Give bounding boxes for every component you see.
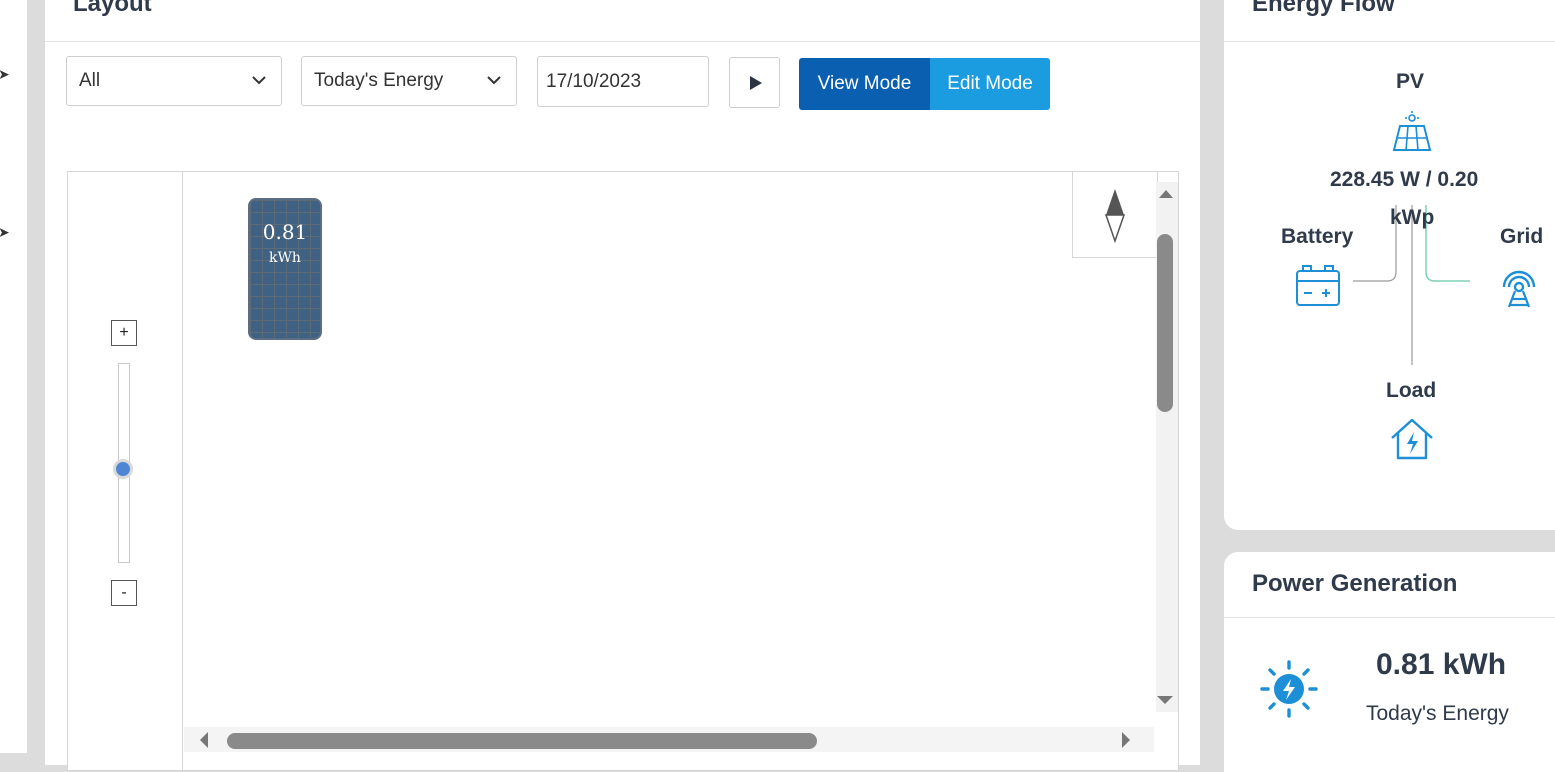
battery-icon: [1296, 265, 1340, 306]
solar-panel-icon: [1392, 111, 1432, 151]
power-generation-title: Power Generation: [1252, 570, 1458, 597]
load-label: Load: [1386, 379, 1437, 402]
filter-select[interactable]: All: [66, 56, 282, 106]
zoom-slider-handle[interactable]: [113, 459, 133, 479]
edit-mode-button[interactable]: Edit Mode: [930, 58, 1050, 110]
play-button[interactable]: [729, 57, 780, 108]
scroll-left-icon[interactable]: [198, 731, 210, 749]
layout-canvas[interactable]: + - 0.81 kWh: [67, 171, 1179, 772]
pv-capacity-unit: kWp: [1390, 206, 1435, 229]
energy-flow-card: Energy Flow PV 228.45 W / 0.20 kWp Batte…: [1224, 0, 1555, 530]
compass-widget: [1072, 172, 1158, 258]
layout-card: Layout All Today's Energy 17/10/2023 Vie…: [45, 0, 1200, 772]
play-icon: [749, 75, 762, 90]
horizontal-scrollbar-thumb[interactable]: [227, 733, 817, 749]
panel-energy-value: 0.81: [262, 220, 308, 244]
date-input[interactable]: 17/10/2023: [537, 56, 709, 107]
pv-power-value: 228.45 W / 0.20: [1330, 168, 1479, 191]
divider: [45, 41, 1200, 42]
compass-icon: [1104, 188, 1126, 243]
power-generation-label: Today's Energy: [1366, 702, 1509, 725]
arrow-right-icon[interactable]: ➤: [0, 66, 10, 83]
chevron-down-icon: [252, 76, 266, 85]
power-generation-value: 0.81 kWh: [1376, 648, 1507, 681]
filter-select-value: All: [79, 70, 101, 91]
layout-title: Layout: [73, 0, 152, 17]
metric-select-value: Today's Energy: [314, 70, 444, 91]
grid-label: Grid: [1500, 225, 1544, 248]
grid-tower-icon: [1502, 270, 1536, 308]
battery-label: Battery: [1281, 225, 1354, 248]
canvas-divider: [182, 172, 183, 772]
zoom-out-button[interactable]: -: [111, 580, 137, 606]
house-bolt-icon: [1391, 418, 1433, 460]
arrow-right-icon[interactable]: ➤: [0, 224, 10, 241]
zoom-in-button[interactable]: +: [111, 320, 137, 346]
scroll-down-icon[interactable]: [1156, 694, 1174, 706]
left-sidebar-strip: ➤ ➤: [0, 0, 27, 753]
chevron-down-icon: [487, 76, 501, 85]
scroll-right-icon[interactable]: [1120, 731, 1132, 749]
vertical-scrollbar-thumb[interactable]: [1157, 234, 1173, 412]
panel-energy-unit: kWh: [269, 250, 301, 266]
sun-bolt-icon: [1260, 660, 1318, 718]
pv-label: PV: [1396, 70, 1425, 93]
scroll-up-icon[interactable]: [1158, 188, 1174, 200]
solar-panel-tile[interactable]: 0.81 kWh: [248, 198, 322, 340]
divider: [1224, 617, 1555, 618]
metric-select[interactable]: Today's Energy: [301, 56, 517, 106]
view-mode-button[interactable]: View Mode: [799, 58, 930, 110]
power-generation-card: Power Generation 0.81 kWh Today's Energy: [1224, 552, 1555, 772]
date-value: 17/10/2023: [546, 70, 642, 92]
